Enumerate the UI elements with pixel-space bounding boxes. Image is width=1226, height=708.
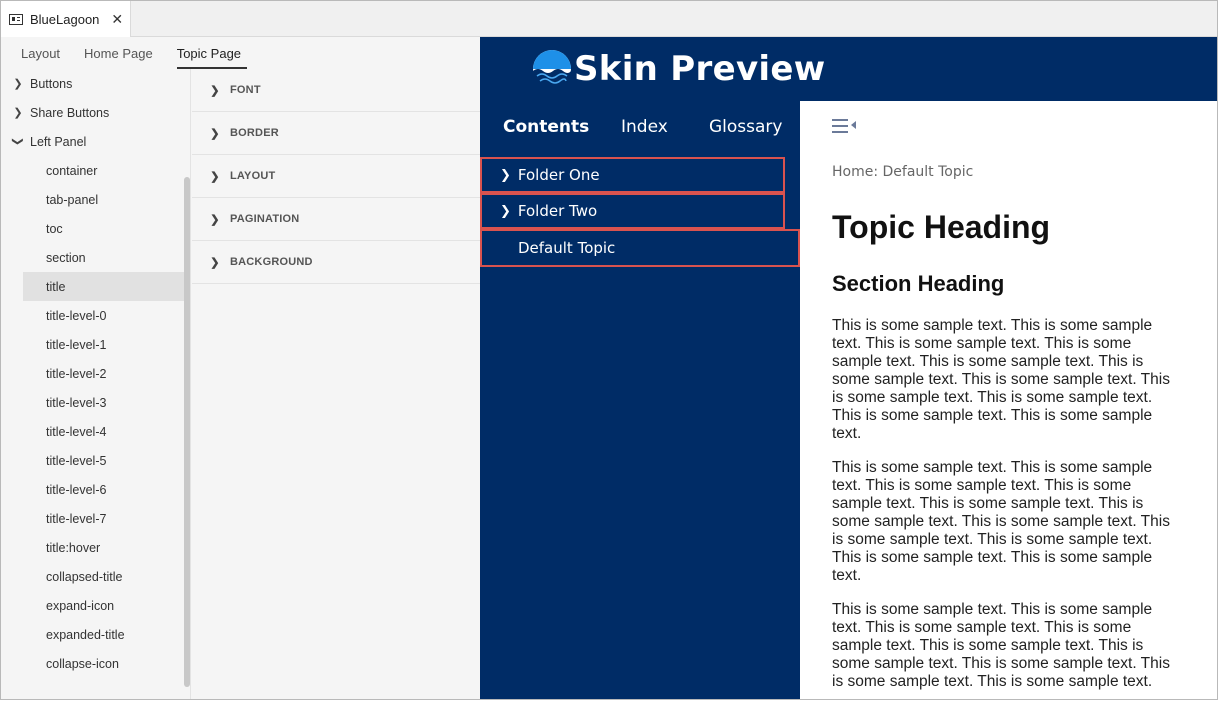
section-heading: Section Heading: [832, 271, 1005, 296]
chevron-right-icon[interactable]: ❯: [11, 77, 25, 90]
chevron-right-icon[interactable]: ❯: [208, 213, 222, 226]
preview-content: Home: Default Topic Topic Heading Sectio…: [800, 101, 1217, 699]
property-group-label: FONT: [230, 84, 261, 96]
tree-item-title-hover[interactable]: title:hover: [1, 533, 184, 562]
breadcrumb[interactable]: Home: Default Topic: [832, 164, 973, 180]
tree-item-expanded-title[interactable]: expanded-title: [1, 620, 184, 649]
tab-home-page[interactable]: Home Page: [84, 37, 153, 69]
property-group-label: LAYOUT: [230, 170, 276, 182]
tree-item-collapsed-title[interactable]: collapsed-title: [1, 562, 184, 591]
menu-collapse-icon[interactable]: [832, 117, 858, 135]
tree-item-container[interactable]: container: [1, 156, 184, 185]
property-group-label: BORDER: [230, 127, 279, 139]
close-icon[interactable]: ✕: [111, 11, 123, 28]
tree-item-title-level-4[interactable]: title-level-4: [1, 417, 184, 446]
sample-paragraph: This is some sample text. This is some s…: [832, 317, 1170, 442]
preview-header: Skin Preview: [480, 37, 1217, 101]
tree-item-share-buttons[interactable]: ❯ Share Buttons: [1, 98, 184, 127]
tree-item-expand-icon[interactable]: expand-icon: [1, 591, 184, 620]
torn-edge: [0, 700, 1226, 708]
tree-item-toc[interactable]: toc: [1, 214, 184, 243]
tree-item-title-level-7[interactable]: title-level-7: [1, 504, 184, 533]
tree-item-left-panel[interactable]: ❯ Left Panel: [1, 127, 184, 156]
tree-item-title-level-5[interactable]: title-level-5: [1, 446, 184, 475]
tree-item-title[interactable]: title: [23, 272, 184, 301]
tree-item-buttons[interactable]: ❯ Buttons: [1, 69, 184, 98]
chevron-right-icon: ❯: [500, 167, 511, 183]
page-tabs: Layout Home Page Topic Page: [1, 37, 480, 69]
tree-item-label: Left Panel: [30, 134, 87, 149]
document-tab-title: BlueLagoon: [30, 11, 100, 27]
chevron-right-icon[interactable]: ❯: [208, 170, 222, 183]
tree-item-label: Buttons: [30, 76, 73, 91]
toc-default-topic[interactable]: Default Topic: [480, 229, 800, 267]
toc-folder-one[interactable]: ❯ Folder One: [480, 157, 785, 193]
chevron-down-icon[interactable]: ❯: [12, 135, 25, 149]
document-tab[interactable]: BlueLagoon ✕: [1, 1, 131, 37]
tree-scrollbar[interactable]: [184, 177, 190, 687]
skin-preview: Skin Preview Contents Index Glossary ❯ F…: [480, 37, 1217, 699]
property-group-font[interactable]: ❯ FONT: [192, 69, 480, 112]
preview-tab-contents[interactable]: Contents: [503, 117, 589, 137]
tree-item-section[interactable]: section: [1, 243, 184, 272]
document-icon: [9, 13, 23, 25]
tree-item-title-level-1[interactable]: title-level-1: [1, 330, 184, 359]
topic-heading: Topic Heading: [832, 209, 1051, 245]
torn-edge: [1218, 0, 1226, 708]
tree-item-title-level-0[interactable]: title-level-0: [1, 301, 184, 330]
tree-item-title-level-3[interactable]: title-level-3: [1, 388, 184, 417]
toc-item-label: Default Topic: [518, 239, 616, 257]
wave-logo-icon: [533, 50, 571, 89]
sample-paragraph: This is some sample text. This is some s…: [832, 601, 1170, 690]
tree-item-label: Share Buttons: [30, 105, 110, 120]
chevron-right-icon[interactable]: ❯: [11, 106, 25, 119]
tab-layout[interactable]: Layout: [21, 37, 60, 69]
property-group-border[interactable]: ❯ BORDER: [192, 112, 480, 155]
document-tab-strip: BlueLagoon ✕: [1, 1, 1217, 37]
tree-item-tab-panel[interactable]: tab-panel: [1, 185, 184, 214]
property-group-pagination[interactable]: ❯ PAGINATION: [192, 198, 480, 241]
chevron-right-icon[interactable]: ❯: [208, 256, 222, 269]
toc-item-label: Folder Two: [517, 202, 598, 220]
preview-left-panel: Contents Index Glossary ❯ Folder One ❯ F…: [480, 101, 800, 699]
style-tree: ❯ Buttons ❯ Share Buttons ❯ Left Panel c…: [1, 69, 191, 699]
preview-title: Skin Preview: [574, 49, 826, 89]
property-group-label: BACKGROUND: [230, 256, 313, 268]
tab-topic-page[interactable]: Topic Page: [176, 37, 248, 69]
property-group-label: PAGINATION: [230, 213, 300, 225]
tree-item-title-level-2[interactable]: title-level-2: [1, 359, 184, 388]
chevron-right-icon[interactable]: ❯: [208, 127, 222, 140]
tree-item-collapse-icon[interactable]: collapse-icon: [1, 649, 184, 678]
preview-tab-glossary[interactable]: Glossary: [709, 117, 782, 137]
toc-item-label: Folder One: [517, 166, 600, 184]
chevron-right-icon: ❯: [500, 203, 511, 219]
editor-window: BlueLagoon ✕ Layout Home Page Topic Page…: [0, 0, 1218, 700]
property-group-layout[interactable]: ❯ LAYOUT: [192, 155, 480, 198]
sample-paragraph: This is some sample text. This is some s…: [832, 459, 1170, 584]
preview-tab-index[interactable]: Index: [621, 117, 668, 137]
toc-folder-two[interactable]: ❯ Folder Two: [480, 193, 785, 229]
chevron-right-icon[interactable]: ❯: [208, 84, 222, 97]
preview-tabs: Contents Index Glossary: [480, 101, 800, 153]
tree-item-title-level-6[interactable]: title-level-6: [1, 475, 184, 504]
property-group-background[interactable]: ❯ BACKGROUND: [192, 241, 480, 284]
property-groups: ❯ FONT ❯ BORDER ❯ LAYOUT ❯ PAGINATION ❯ …: [192, 69, 480, 699]
